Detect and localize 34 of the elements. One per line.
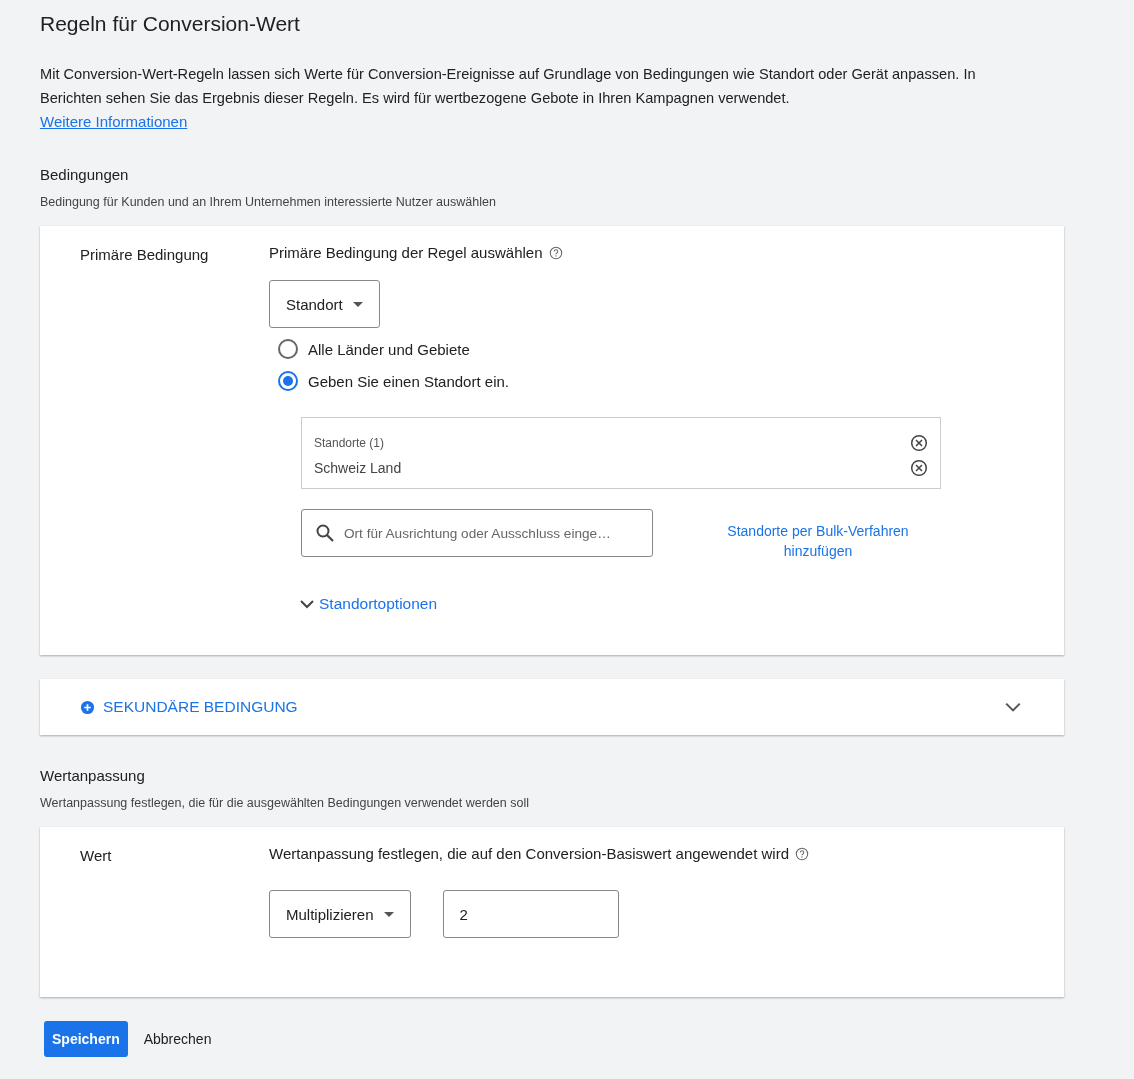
prompt-text: Primäre Bedingung der Regel auswählen (269, 244, 543, 261)
remove-all-icon[interactable] (910, 433, 928, 452)
search-icon (315, 523, 335, 543)
section-subtitle: Bedingung für Kunden und an Ihrem Unternehmen interessierte Nutzer auswählen (40, 195, 496, 209)
help-icon[interactable] (548, 245, 563, 260)
value-field[interactable]: 2 (442, 890, 619, 938)
intro-text: Mit Conversion-Wert-Regeln lassen sich Werte für Conversion-Ereignisse auf Grundlage von Bedingungen wie Standort oder Gerät anpassen. In Berichten sehen Sie das Ergebnis dieser Regeln. Es wird für wertbezogene Gebote in Ihren Kampagnen verwendet. (40, 65, 977, 108)
bulk-add-link[interactable]: Standorte per Bulk-Verfahren hinzufügen (713, 521, 923, 561)
section-heading: Wertanpassung (40, 767, 145, 784)
list-header: Standorte (1) (314, 435, 385, 450)
page-title: Regeln für Conversion-Wert (40, 12, 300, 36)
radio-button[interactable] (278, 371, 298, 391)
operation-dropdown[interactable]: Multiplizieren (269, 890, 411, 938)
more-info-link[interactable]: Weitere Informationen (40, 110, 188, 134)
location-search-field[interactable]: Ort für Ausrichtung oder Ausschluss einge… (301, 509, 653, 557)
row-label: Wert (80, 846, 113, 864)
row-label: Primäre Bedingung (80, 245, 210, 263)
caret-icon (352, 301, 363, 307)
section-heading: Bedingungen (40, 166, 129, 183)
location-item: Schweiz Land (314, 459, 402, 476)
caret-icon (383, 911, 394, 917)
prompt-text: Wertanpassung festlegen, die auf den Conversion-Basiswert angewendet wird (269, 845, 790, 862)
radio-label: Alle Länder und Gebiete (308, 340, 470, 358)
cancel-button[interactable]: Abbrechen (143, 1031, 212, 1047)
condition-dropdown[interactable]: Standort (269, 280, 380, 328)
location-options-toggle[interactable]: Standortoptionen (299, 595, 438, 613)
section-subtitle: Wertanpassung festlegen, die für die ausgewählten Bedingungen verwendet werden soll (40, 796, 529, 810)
radio-label: Geben Sie einen Standort ein. (308, 372, 509, 390)
add-icon (80, 699, 95, 715)
remove-icon[interactable] (910, 458, 928, 477)
save-button[interactable]: Speichern (44, 1021, 128, 1057)
radio-button[interactable] (278, 339, 298, 359)
add-secondary-condition-button[interactable]: SEKUNDÄRE BEDINGUNG (80, 698, 298, 716)
help-icon[interactable] (795, 846, 810, 861)
